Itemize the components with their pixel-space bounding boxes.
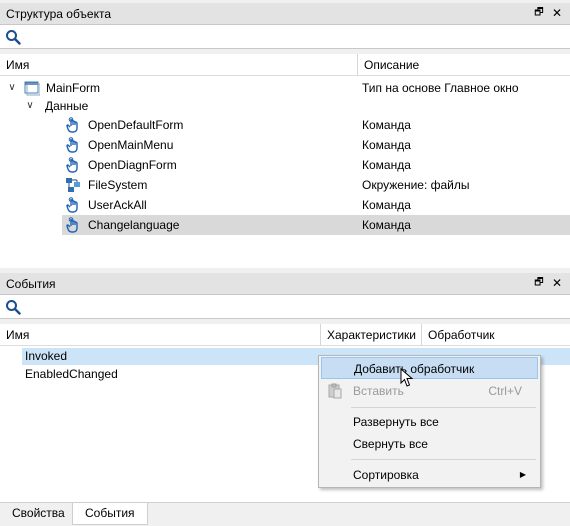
tree-item-description: Команда [362, 138, 411, 152]
tree-item-label: MainForm [46, 81, 101, 95]
tree-item-label: OpenMainMenu [88, 138, 174, 152]
object-search-bar [0, 25, 570, 49]
column-header-name[interactable]: Имя [0, 54, 357, 76]
hand-pointer-icon [66, 137, 78, 153]
file-system-icon [66, 178, 80, 192]
tree-row[interactable]: FileSystem Окружение: файлы [0, 175, 570, 195]
menu-item-sort[interactable]: Сортировка ▶ [321, 464, 538, 486]
object-tree: Имя Описание ∨ MainForm Тип на основе Гл… [0, 54, 570, 268]
tree-row-selected[interactable]: Changelanguage Команда [0, 215, 570, 235]
tree-row[interactable]: OpenDiagnForm Команда [0, 155, 570, 175]
events-title-bar: События 🗗 ✕ [0, 273, 570, 295]
menu-item-label: Вставить [353, 384, 404, 398]
tree-item-description: Команда [362, 118, 411, 132]
menu-item-paste[interactable]: Вставить Ctrl+V [321, 380, 538, 402]
restore-icon[interactable]: 🗗 [532, 276, 546, 290]
column-header-handler[interactable]: Обработчик [422, 324, 570, 346]
close-icon[interactable]: ✕ [550, 276, 564, 290]
hand-pointer-icon [66, 117, 78, 133]
tab-properties[interactable]: Свойства [0, 503, 77, 525]
submenu-arrow-icon: ▶ [519, 470, 526, 479]
tree-item-description: Окружение: файлы [362, 178, 470, 192]
tree-item-description: Команда [362, 218, 411, 232]
restore-icon[interactable]: 🗗 [532, 6, 546, 20]
menu-item-label: Свернуть все [353, 437, 428, 451]
tree-item-label: Данные [45, 99, 89, 113]
object-search-input[interactable] [24, 28, 564, 46]
object-structure-title-bar: Структура объекта 🗗 ✕ [0, 3, 570, 25]
context-menu: Добавить обработчик Вставить Ctrl+V Разв… [318, 355, 541, 488]
tree-row[interactable]: OpenDefaultForm Команда [0, 115, 570, 135]
tree-item-label: OpenDiagnForm [88, 158, 177, 172]
tree-item-label: FileSystem [88, 178, 148, 192]
menu-item-add-handler[interactable]: Добавить обработчик [321, 357, 538, 379]
menu-item-expand-all[interactable]: Развернуть все [321, 411, 538, 433]
events-search-input[interactable] [24, 298, 564, 316]
tree-item-label: UserAckAll [88, 198, 147, 212]
search-icon[interactable] [5, 29, 21, 45]
tree-item-description: Команда [362, 158, 411, 172]
hand-pointer-icon [66, 217, 78, 233]
tree-row[interactable]: ∨ Данные [0, 96, 570, 116]
chevron-down-icon[interactable]: ∨ [24, 96, 36, 116]
tree-row[interactable]: OpenMainMenu Команда [0, 135, 570, 155]
search-icon[interactable] [5, 299, 21, 315]
column-header-description[interactable]: Описание [358, 54, 570, 76]
hand-pointer-icon [66, 197, 78, 213]
form-icon [24, 81, 40, 96]
mouse-cursor-icon [400, 368, 414, 387]
menu-item-shortcut: Ctrl+V [488, 384, 522, 398]
tab-events[interactable]: События [72, 503, 148, 525]
object-structure-title: Структура объекта [6, 7, 112, 21]
tree-item-description: Команда [362, 198, 411, 212]
menu-separator [351, 459, 536, 460]
column-header-characteristics[interactable]: Характеристики [321, 324, 421, 346]
bottom-tab-bar: Свойства События [0, 502, 570, 526]
column-header-name[interactable]: Имя [0, 324, 320, 346]
menu-separator [351, 407, 536, 408]
tree-row[interactable]: UserAckAll Команда [0, 195, 570, 215]
events-search-bar [0, 295, 570, 319]
tree-item-description: Тип на основе Главное окно [362, 81, 519, 95]
menu-item-label: Развернуть все [353, 415, 439, 429]
tree-item-label: OpenDefaultForm [88, 118, 184, 132]
events-title: События [6, 277, 56, 291]
paste-icon [328, 383, 342, 399]
tree-item-label: Changelanguage [88, 218, 180, 232]
chevron-down-icon[interactable]: ∨ [6, 78, 18, 98]
menu-item-label: Сортировка [353, 468, 419, 482]
hand-pointer-icon [66, 157, 78, 173]
tree-row[interactable]: ∨ MainForm Тип на основе Главное окно [0, 78, 570, 98]
menu-item-collapse-all[interactable]: Свернуть все [321, 433, 538, 455]
menu-item-label: Добавить обработчик [354, 362, 475, 376]
close-icon[interactable]: ✕ [550, 6, 564, 20]
